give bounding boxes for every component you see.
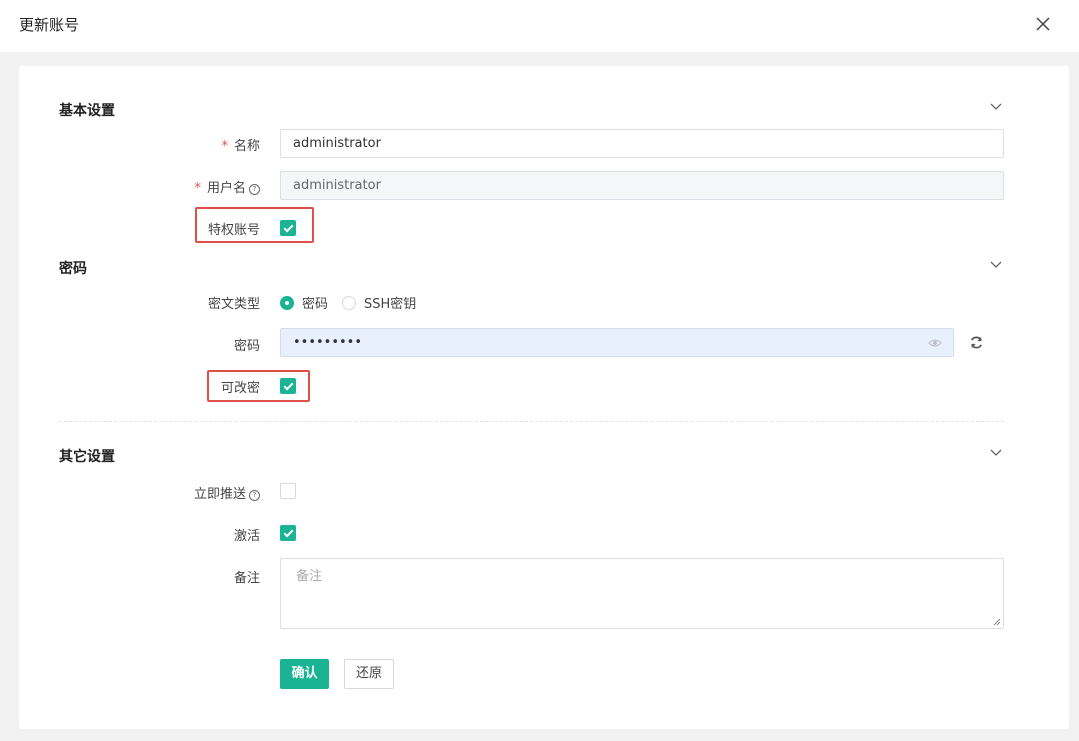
active-checkbox[interactable]	[280, 525, 296, 541]
username-label: * 用户名?	[60, 177, 260, 196]
push-now-label: 立即推送?	[60, 483, 260, 502]
radio-password-label[interactable]: 密码	[302, 293, 328, 312]
changeable-checkbox[interactable]	[280, 378, 296, 394]
refresh-icon[interactable]	[969, 335, 984, 350]
privileged-checkbox[interactable]	[280, 220, 296, 236]
reset-button[interactable]: 还原	[344, 659, 394, 689]
secret-type-label: 密文类型	[207, 297, 260, 312]
confirm-button[interactable]: 确认	[280, 659, 329, 689]
form-card: 基本设置 * 名称 administrator * 用户名? administrat…	[19, 66, 1069, 729]
username-input: administrator	[280, 171, 1004, 200]
comment-textarea[interactable]: 备注	[280, 558, 1004, 629]
required-mark: *	[194, 181, 201, 196]
dialog-header: 更新账号	[0, 0, 1079, 52]
chevron-down-icon[interactable]	[989, 101, 1003, 111]
section-title-other: 其它设置	[59, 449, 115, 465]
section-title-password: 密码	[59, 261, 87, 277]
radio-ssh-key-label[interactable]: SSH密钥	[364, 293, 416, 312]
section-divider	[59, 421, 1004, 422]
radio-ssh-key[interactable]	[342, 296, 356, 310]
resize-handle-icon[interactable]	[993, 618, 1001, 626]
password-label: 密码	[233, 339, 260, 354]
section-title-basic: 基本设置	[59, 103, 115, 119]
dialog-title: 更新账号	[19, 16, 80, 34]
active-label: 激活	[233, 529, 260, 544]
chevron-down-icon[interactable]	[989, 447, 1003, 457]
name-label: * 名称	[221, 139, 260, 154]
password-input[interactable]: •••••••••	[280, 328, 954, 357]
required-mark: *	[221, 139, 228, 154]
name-input[interactable]: administrator	[280, 129, 1004, 158]
chevron-down-icon[interactable]	[989, 259, 1003, 269]
radio-password[interactable]	[280, 296, 294, 310]
privileged-label: 特权账号	[207, 223, 260, 238]
eye-icon[interactable]	[928, 338, 942, 348]
help-icon[interactable]: ?	[249, 490, 260, 501]
close-icon[interactable]	[1033, 14, 1053, 34]
help-icon[interactable]: ?	[249, 184, 260, 195]
comment-label: 备注	[233, 571, 260, 586]
changeable-label: 可改密	[220, 381, 260, 396]
push-now-checkbox[interactable]	[280, 483, 296, 499]
